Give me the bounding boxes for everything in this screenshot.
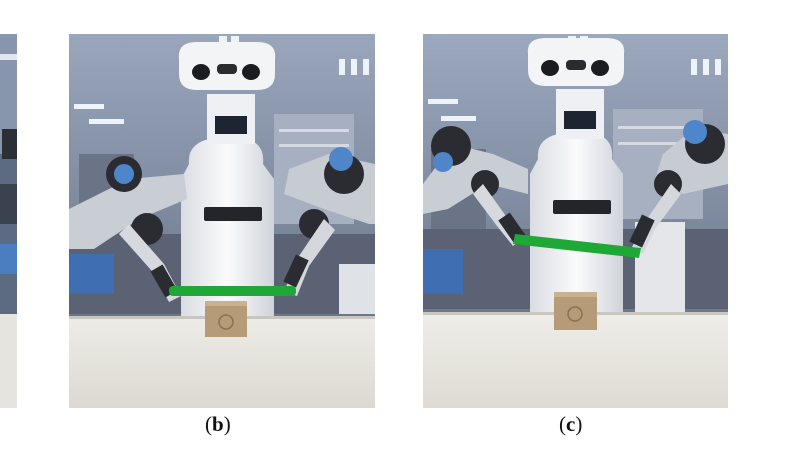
caption-b: (b)	[205, 412, 231, 436]
robot-lab-photo-icon	[0, 34, 17, 408]
photo-panel-c	[423, 34, 728, 408]
photo-panel-b	[69, 34, 375, 408]
caption-c: (c)	[559, 412, 583, 436]
robot-lab-photo-icon	[423, 34, 728, 408]
robot-lab-photo-icon	[69, 34, 375, 408]
figure: (b) (c)	[0, 0, 808, 455]
photo-panel-a	[0, 34, 17, 408]
